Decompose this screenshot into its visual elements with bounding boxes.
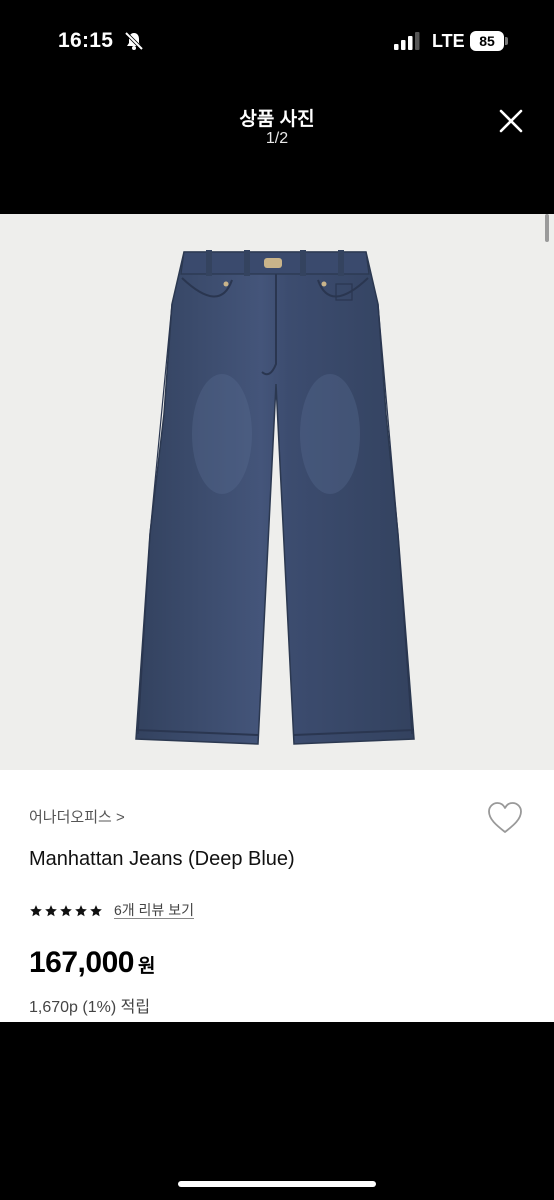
rating-row: 6개 리뷰 보기: [29, 902, 194, 919]
network-label: LTE: [432, 31, 465, 51]
product-name: Manhattan Jeans (Deep Blue): [29, 848, 295, 870]
star-icon: [45, 904, 57, 916]
photo-viewer-header: 상품 사진 1/2: [0, 84, 554, 214]
points-label: 1,670p (1%) 적립: [29, 999, 151, 1016]
close-icon[interactable]: [494, 104, 528, 138]
bottom-area: [0, 1022, 554, 1200]
jeans-photo: [135, 250, 415, 745]
product-photo[interactable]: [0, 214, 554, 770]
bell-off-icon: [124, 31, 144, 51]
product-info: 어나더오피스 > Manhattan Jeans (Deep Blue) 6개 …: [0, 770, 554, 1022]
home-indicator[interactable]: [178, 1181, 376, 1187]
battery-indicator: 85: [470, 31, 504, 51]
photo-counter: 1/2: [265, 130, 289, 147]
currency-label: 원: [137, 956, 156, 977]
review-link[interactable]: 6개 리뷰 보기: [114, 902, 194, 919]
star-icon: [75, 904, 87, 916]
signal-icon: [394, 32, 420, 50]
rating-stars: [29, 904, 103, 918]
star-icon: [90, 904, 102, 916]
battery-cap: [505, 37, 508, 45]
scroll-indicator[interactable]: [545, 214, 549, 242]
status-bar: 16:15 LTE 85: [0, 0, 554, 84]
page-title: 상품 사진: [239, 109, 315, 130]
price: 167,000: [29, 946, 134, 979]
star-icon: [60, 904, 72, 916]
status-time: 16:15: [58, 29, 114, 52]
star-icon: [30, 904, 42, 916]
price-row: 167,000 원: [29, 946, 155, 980]
heart-icon[interactable]: [486, 800, 524, 836]
brand-link[interactable]: 어나더오피스 >: [29, 806, 125, 827]
